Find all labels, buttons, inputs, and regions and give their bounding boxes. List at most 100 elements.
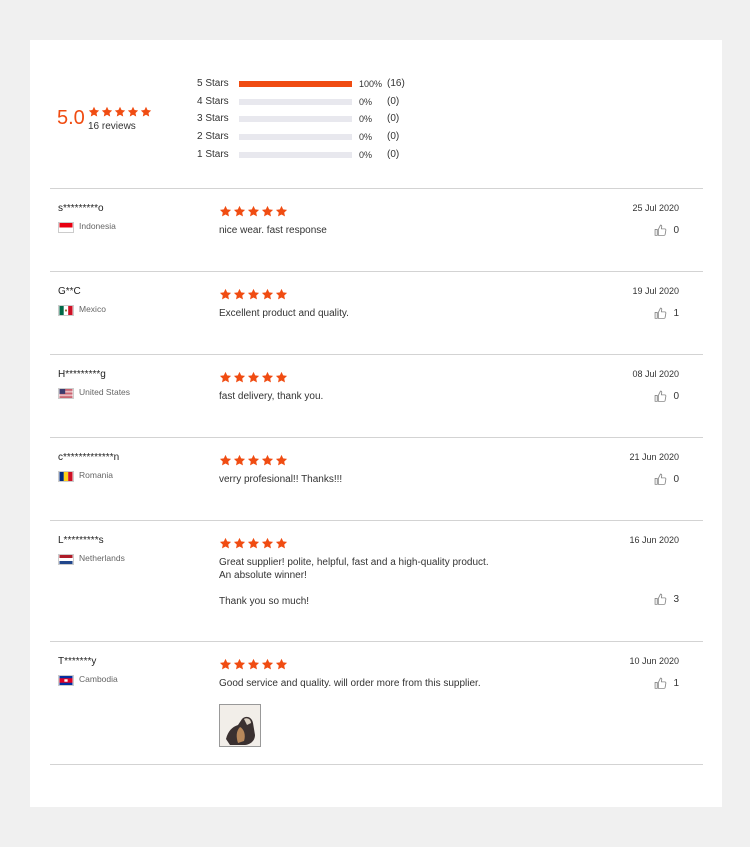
reviewer-country: Indonesia: [58, 220, 116, 233]
helpful-button[interactable]: 0: [654, 390, 679, 403]
review-stars: [219, 371, 288, 384]
star-icon: [275, 371, 288, 384]
helpful-button[interactable]: 3: [654, 593, 679, 606]
flag-cambodia-icon: [58, 673, 74, 686]
helpful-count: 0: [673, 474, 679, 485]
distribution-count: (0): [387, 95, 400, 107]
distribution-label: 1 Stars: [197, 148, 229, 160]
review-text: nice wear. fast response: [219, 224, 519, 237]
flag-indonesia-icon: [58, 220, 74, 233]
star-icon: [219, 537, 232, 550]
review-text: verry profesional!! Thanks!!!: [219, 473, 519, 486]
rating-distribution-row[interactable]: 4 Stars 0% (0): [197, 95, 457, 109]
distribution-percent: 0%: [359, 114, 373, 125]
rating-distribution-row[interactable]: 2 Stars 0% (0): [197, 130, 457, 144]
review-text: fast delivery, thank you.: [219, 390, 519, 403]
review-count: 16 reviews: [88, 121, 136, 132]
star-icon: [261, 371, 274, 384]
star-icon: [247, 537, 260, 550]
helpful-button[interactable]: 0: [654, 224, 679, 237]
reviews-panel: 5.0 16 reviews 5 Stars 100% (16) 4 Stars 0%(…: [30, 40, 722, 807]
helpful-count: 3: [673, 594, 679, 605]
rating-distribution-row[interactable]: 3 Stars 0% (0): [197, 112, 457, 126]
star-icon: [101, 106, 113, 118]
distribution-label: 3 Stars: [197, 113, 229, 125]
review-text-line: verry profesional!! Thanks!!!: [219, 474, 343, 485]
review-text-line: Thank you so much!: [219, 596, 310, 607]
country-name: Cambodia: [79, 673, 118, 684]
review-date: 21 Jun 2020: [629, 452, 679, 462]
star-icon: [219, 288, 232, 301]
rating-distribution-row[interactable]: 5 Stars 100% (16): [197, 77, 457, 91]
helpful-button[interactable]: 1: [654, 677, 679, 690]
star-icon: [247, 454, 260, 467]
average-rating: 5.0: [57, 107, 85, 129]
review-text-line: nice wear. fast response: [219, 225, 327, 236]
review-text-line: Excellent product and quality.: [219, 308, 349, 319]
star-icon: [275, 205, 288, 218]
review-stars: [219, 288, 288, 301]
review-date: 08 Jul 2020: [632, 369, 679, 379]
star-icon: [114, 106, 126, 118]
review-text-line: fast delivery, thank you.: [219, 391, 324, 402]
thumbs-up-icon: [654, 224, 667, 237]
star-icon: [140, 106, 152, 118]
review-date: 10 Jun 2020: [629, 656, 679, 666]
star-icon: [219, 205, 232, 218]
distribution-percent: 0%: [359, 132, 373, 143]
review-text-line: An absolute winner!: [219, 570, 307, 581]
country-name: Mexico: [79, 303, 106, 314]
review-date: 16 Jun 2020: [629, 535, 679, 545]
flag-netherlands-icon: [58, 552, 74, 565]
review-item: T*******y Cambodia Good service and qualit…: [50, 641, 703, 765]
star-icon: [247, 658, 260, 671]
star-icon: [233, 288, 246, 301]
average-stars: [88, 106, 152, 118]
review-item: s*********o Indonesia nice wear. fast resp…: [50, 188, 703, 271]
star-icon: [219, 658, 232, 671]
review-text-line: [219, 582, 519, 595]
helpful-button[interactable]: 1: [654, 307, 679, 320]
review-photo-thumbnail[interactable]: [219, 704, 261, 747]
country-name: Netherlands: [79, 552, 125, 563]
star-icon: [233, 537, 246, 550]
flag-mexico-icon: [58, 303, 74, 316]
review-text-line: Good service and quality. will order mor…: [219, 678, 481, 689]
reviewer-country: Mexico: [58, 303, 106, 316]
flag-united-states-icon: [58, 386, 74, 399]
star-icon: [219, 454, 232, 467]
distribution-label: 2 Stars: [197, 131, 229, 143]
review-stars: [219, 658, 288, 671]
review-text: Good service and quality. will order mor…: [219, 677, 519, 690]
thumbs-up-icon: [654, 390, 667, 403]
star-icon: [261, 454, 274, 467]
distribution-count: (0): [387, 113, 400, 125]
reviewer-country: United States: [58, 386, 130, 399]
review-stars: [219, 537, 288, 550]
review-text: Excellent product and quality.: [219, 307, 519, 320]
rating-summary: 5.0 16 reviews 5 Stars 100% (16) 4 Stars 0% (…: [30, 40, 722, 188]
star-icon: [275, 658, 288, 671]
distribution-count: (0): [387, 148, 400, 160]
distribution-bar: [239, 134, 352, 141]
star-icon: [233, 371, 246, 384]
helpful-count: 0: [673, 391, 679, 402]
reviewer-country: Cambodia: [58, 673, 118, 686]
star-icon: [261, 658, 274, 671]
country-name: Romania: [79, 469, 114, 480]
star-icon: [219, 371, 232, 384]
distribution-bar: [239, 151, 352, 158]
reviewer-name: H*********g: [58, 369, 106, 380]
rating-distribution-row[interactable]: 1 Stars 0% (0): [197, 148, 457, 162]
thumbs-up-icon: [654, 307, 667, 320]
star-icon: [247, 205, 260, 218]
review-date: 25 Jul 2020: [632, 203, 679, 213]
star-icon: [247, 371, 260, 384]
distribution-count: (16): [387, 78, 405, 89]
helpful-button[interactable]: 0: [654, 473, 679, 486]
distribution-percent: 100%: [359, 79, 383, 89]
review-text-line: Great supplier! polite, helpful, fast an…: [219, 557, 489, 568]
reviewer-name: G**C: [58, 286, 81, 297]
thumbs-up-icon: [654, 593, 667, 606]
distribution-label: 5 Stars: [197, 78, 229, 89]
